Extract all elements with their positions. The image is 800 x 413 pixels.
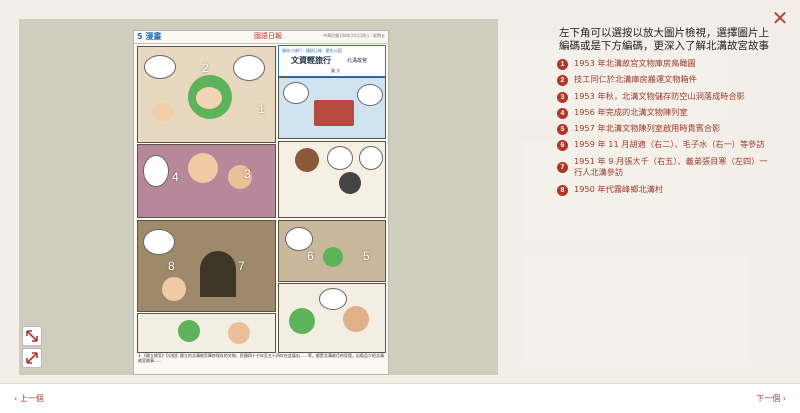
- panel-number[interactable]: 2: [202, 61, 209, 75]
- building-illustration: [314, 100, 354, 126]
- comic-panel-dialog: [278, 141, 386, 218]
- next-button[interactable]: 下一個 ›: [756, 393, 786, 404]
- story-item-7[interactable]: 7 1951 年 9 月張大千（右五）、義弟張目寒（左四）一行人北溝參訪: [557, 156, 772, 184]
- comic-panel-4[interactable]: 4 3: [137, 144, 276, 218]
- comic-header-date: 中華民國108年10月18日／星期五: [323, 33, 385, 38]
- story-item-label[interactable]: 1950 年代霧峰鄉北溝村: [574, 184, 772, 195]
- close-x-icon: ✕: [771, 6, 789, 30]
- speech-bubble: [283, 82, 309, 104]
- item-number-badge: 8: [557, 184, 568, 196]
- info-heading: 左下角可以選按以放大圖片檢視，選擇圖片上編碼或是下方編碼，更深入了解北溝故宮故事: [559, 27, 769, 52]
- comic-title: 文資輕旅行: [291, 55, 331, 65]
- panel-number[interactable]: 8: [168, 259, 175, 273]
- comic-character: [178, 320, 200, 342]
- story-list: 1 1953 年北溝故宮文物庫房鳥瞰圖 2 技工同仁於北溝庫房搬運文物箱件 3 …: [557, 58, 772, 200]
- zoom-in-button[interactable]: [22, 326, 42, 346]
- story-item-label[interactable]: 1953 年北溝故宮文物庫房鳥瞰圖: [574, 58, 772, 69]
- comic-character: [188, 153, 218, 183]
- tunnel-illustration: [200, 251, 236, 297]
- speech-bubble: [233, 55, 265, 81]
- speech-bubble: [285, 227, 313, 251]
- comic-panel-8[interactable]: 8 7: [137, 220, 276, 312]
- comic-title-series: 繪本小旅行 ‧ 國語日報 ‧ 歷史公園: [282, 48, 342, 53]
- shrink-diagonal-icon: [26, 352, 38, 364]
- item-number-badge: 2: [557, 75, 568, 87]
- speech-bubble: [319, 288, 347, 310]
- item-number-badge: 6: [557, 140, 568, 152]
- story-item-6[interactable]: 6 1959 年 11 月胡適（右二）、毛子水（右一）等參訪: [557, 139, 772, 155]
- panel-number[interactable]: 4: [172, 170, 179, 184]
- speech-bubble: [327, 146, 353, 170]
- panel-number[interactable]: 1: [258, 102, 265, 116]
- comic-character: [295, 148, 319, 172]
- panel-number[interactable]: 6: [307, 249, 314, 263]
- story-item-4[interactable]: 4 1956 年完成的北溝文物陳列室: [557, 107, 772, 123]
- bottom-nav-bar: ‹ 上一個 下一個 ›: [0, 383, 800, 413]
- panel-number[interactable]: 5: [363, 249, 370, 263]
- comic-section-label: 5 漫畫: [137, 32, 162, 41]
- comic-panel-6[interactable]: 6 5: [278, 220, 386, 282]
- speech-bubble: [357, 84, 383, 106]
- story-item-label[interactable]: 1956 年完成的北溝文物陳列室: [574, 107, 772, 118]
- comic-page: 5 漫畫 國語日報 中華民國108年10月18日／星期五 2 1 繪本小旅行 ‧…: [133, 30, 389, 375]
- panel-number[interactable]: 7: [238, 259, 245, 273]
- prev-button[interactable]: ‹ 上一個: [14, 393, 44, 404]
- close-button[interactable]: ✕: [770, 8, 790, 28]
- item-number-badge: 1: [557, 59, 568, 70]
- comic-page-header: 5 漫畫 國語日報 中華民國108年10月18日／星期五: [134, 31, 388, 44]
- item-number-badge: 4: [557, 107, 568, 119]
- comic-author: 圖‧文: [331, 68, 341, 73]
- speech-bubble: [143, 155, 169, 187]
- story-item-label[interactable]: 1953 年秋，北溝文物儲存防空山洞落成時合影: [574, 91, 772, 102]
- speech-bubble: [359, 146, 383, 170]
- zoom-out-button[interactable]: [22, 348, 42, 368]
- comic-character: [323, 247, 343, 267]
- story-item-5[interactable]: 5 1957 年北溝文物陳列室啟用時貴賓合影: [557, 123, 772, 139]
- comic-character: [228, 322, 250, 344]
- comic-character: [162, 277, 186, 301]
- item-number-badge: 5: [557, 124, 568, 136]
- story-item-label[interactable]: 技工同仁於北溝庫房搬運文物箱件: [574, 74, 772, 85]
- speech-bubble: [144, 55, 176, 79]
- comic-character: [153, 102, 173, 122]
- item-number-badge: 3: [557, 91, 568, 103]
- story-item-8[interactable]: 8 1950 年代霧峰鄉北溝村: [557, 184, 772, 200]
- image-viewer: 5 漫畫 國語日報 中華民國108年10月18日／星期五 2 1 繪本小旅行 ‧…: [19, 19, 498, 375]
- newspaper-logo: 國語日報: [254, 32, 282, 40]
- comic-character: [343, 306, 369, 332]
- story-item-label[interactable]: 1959 年 11 月胡適（右二）、毛子水（右一）等參訪: [574, 139, 772, 150]
- comic-subtitle: 北溝故宮: [347, 58, 368, 64]
- comic-caption: 1.《國立故宮》【分組】國立的北溝故宮庫房保存的文物，民國四十七年至五十四年在此…: [138, 353, 384, 363]
- panel-number[interactable]: 3: [244, 167, 251, 181]
- comic-panel-bottom-right: [278, 283, 386, 353]
- story-item-1[interactable]: 1 1953 年北溝故宮文物庫房鳥瞰圖: [557, 58, 772, 74]
- story-item-label[interactable]: 1951 年 9 月張大千（右五）、義弟張目寒（左四）一行人北溝參訪: [574, 156, 772, 178]
- comic-character: [289, 308, 315, 334]
- comic-character: [196, 87, 222, 109]
- story-item-3[interactable]: 3 1953 年秋，北溝文物儲存防空山洞落成時合影: [557, 91, 772, 107]
- comic-panel-bottom-left: [137, 313, 276, 353]
- comic-title-box: 繪本小旅行 ‧ 國語日報 ‧ 歷史公園 文資輕旅行 北溝故宮 圖‧文: [278, 45, 386, 77]
- story-item-label[interactable]: 1957 年北溝文物陳列室啟用時貴賓合影: [574, 123, 772, 134]
- comic-character: [339, 172, 361, 194]
- speech-bubble: [143, 229, 175, 255]
- comic-panel-2[interactable]: 2 1: [137, 46, 276, 143]
- comic-panel-building: [278, 77, 386, 139]
- item-number-badge: 7: [557, 161, 568, 173]
- expand-diagonal-icon: [26, 330, 38, 342]
- story-item-2[interactable]: 2 技工同仁於北溝庫房搬運文物箱件: [557, 74, 772, 90]
